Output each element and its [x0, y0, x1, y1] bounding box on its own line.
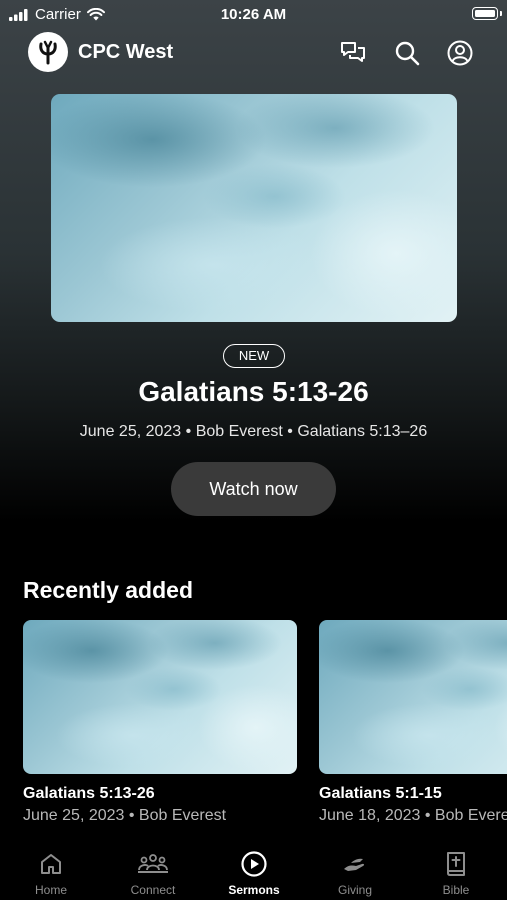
profile-icon[interactable]: [446, 39, 474, 67]
tab-sermons[interactable]: Sermons: [203, 840, 305, 900]
battery-cap: [500, 11, 502, 16]
tab-bible[interactable]: Bible: [405, 840, 507, 900]
sermon-card[interactable]: Galatians 5:1-15 June 18, 2023 • Bob Eve…: [319, 620, 507, 825]
tab-home[interactable]: Home: [0, 840, 102, 900]
sermon-meta: June 25, 2023 • Bob Everest • Galatians …: [79, 423, 428, 440]
card-meta: June 25, 2023 • Bob Everest: [23, 807, 227, 824]
section-title: Recently added: [23, 577, 193, 603]
sermon-card[interactable]: Galatians 5:13-26 June 25, 2023 • Bob Ev…: [23, 620, 297, 825]
card-meta: June 18, 2023 • Bob Everest: [319, 807, 507, 824]
logo-icon: [39, 40, 57, 65]
card-thumbnail[interactable]: [23, 620, 297, 774]
sermon-title: Galatians 5:13-26: [138, 376, 369, 407]
tab-label: Connect: [130, 883, 176, 897]
tab-label: Sermons: [228, 883, 280, 897]
app-name: CPC West: [78, 41, 174, 63]
giving-hand-icon: [304, 850, 406, 878]
search-icon[interactable]: [393, 39, 421, 67]
play-circle-icon: [203, 850, 305, 878]
app-header: CPC West: [0, 32, 507, 74]
new-badge: NEW: [223, 344, 285, 368]
card-title: Galatians 5:1-15: [319, 785, 442, 802]
watch-now-button[interactable]: Watch now: [171, 462, 336, 516]
status-time: 10:26 AM: [220, 6, 287, 23]
status-bar: Carrier 10:26 AM: [0, 0, 507, 28]
tab-label: Bible: [442, 883, 470, 897]
hero-thumbnail[interactable]: [51, 94, 457, 322]
home-icon: [0, 850, 102, 878]
tab-bar: Home Connect Sermons Giving Bible: [0, 840, 507, 900]
tab-giving[interactable]: Giving: [304, 840, 406, 900]
tab-connect[interactable]: Connect: [102, 840, 204, 900]
tab-label: Giving: [337, 883, 372, 897]
tab-label: Home: [34, 883, 67, 897]
bible-icon: [405, 850, 507, 878]
battery-icon: [472, 7, 498, 20]
card-title: Galatians 5:13-26: [23, 785, 155, 802]
card-thumbnail[interactable]: [319, 620, 507, 774]
church-logo[interactable]: [28, 32, 68, 72]
chat-icon[interactable]: [339, 39, 367, 67]
people-icon: [102, 850, 204, 878]
